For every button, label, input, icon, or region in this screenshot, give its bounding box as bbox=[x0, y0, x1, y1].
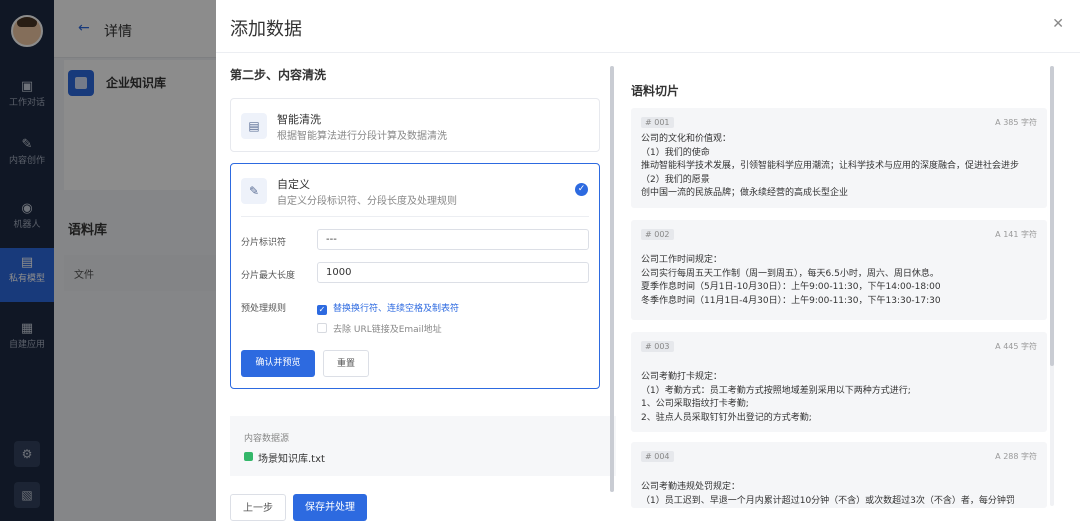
slice-card: # 001 A 385 字符 公司的文化和价值观： （1）我们的使命 推动智能科… bbox=[631, 108, 1047, 208]
slice-card: # 002 A 141 字符 公司工作时间规定： 公司实行每周五天工作制（周一到… bbox=[631, 220, 1047, 320]
checkbox-unchecked-icon[interactable] bbox=[317, 323, 327, 333]
slice-char-count: A 385 字符 bbox=[995, 118, 1037, 127]
document-icon: ▤ bbox=[241, 113, 267, 139]
source-label: 内容数据源 bbox=[244, 434, 290, 444]
save-process-button[interactable]: 保存并处理 bbox=[293, 494, 367, 521]
rule-label: 替换换行符、连续空格及制表符 bbox=[333, 304, 460, 314]
divider bbox=[241, 216, 589, 217]
option-description: 根据智能算法进行分段计算及数据清洗 bbox=[277, 131, 447, 142]
add-data-drawer: 添加数据 ✕ 第二步、内容清洗 ▤ 智能清洗 根据智能算法进行分段计算及数据清洗… bbox=[216, 0, 1080, 521]
max-length-label: 分片最大长度 bbox=[241, 271, 296, 281]
confirm-preview-button[interactable]: 确认并预览 bbox=[241, 350, 315, 377]
slice-card: # 004 A 288 字符 公司考勤违规处罚规定： （1）员工迟到、早退一个月… bbox=[631, 442, 1047, 508]
option-custom[interactable]: ✎ 自定义 自定义分段标识符、分段长度及处理规则 ✓ 分片标识符 分片最大长度 … bbox=[230, 163, 600, 389]
slices-title: 语料切片 bbox=[631, 84, 680, 98]
check-icon: ✓ bbox=[575, 183, 588, 196]
rule-remove-urls[interactable]: 去除 URL链接及Email地址 bbox=[317, 322, 442, 335]
right-scrollbar-thumb[interactable] bbox=[1050, 66, 1054, 366]
option-name: 智能清洗 bbox=[277, 113, 321, 126]
option-description: 自定义分段标识符、分段长度及处理规则 bbox=[277, 196, 457, 207]
slice-text: 公司工作时间规定： 公司实行每周五天工作制（周一到周五），每天6.5小时，周六、… bbox=[641, 255, 941, 306]
step-title: 第二步、内容清洗 bbox=[230, 68, 327, 82]
previous-step-button[interactable]: 上一步 bbox=[230, 494, 286, 521]
drawer-title: 添加数据 bbox=[230, 19, 302, 40]
slice-id: # 004 bbox=[641, 451, 674, 462]
separator-label: 分片标识符 bbox=[241, 238, 287, 248]
max-length-input[interactable] bbox=[317, 262, 589, 283]
reset-button[interactable]: 重置 bbox=[323, 350, 369, 377]
option-smart-cleaning[interactable]: ▤ 智能清洗 根据智能算法进行分段计算及数据清洗 bbox=[230, 98, 600, 152]
slice-char-count: A 288 字符 bbox=[995, 452, 1037, 461]
slice-id: # 001 bbox=[641, 117, 674, 128]
file-icon bbox=[244, 452, 253, 461]
checkbox-checked-icon[interactable]: ✓ bbox=[317, 305, 327, 315]
rule-label: 去除 URL链接及Email地址 bbox=[333, 325, 442, 335]
option-name: 自定义 bbox=[277, 178, 310, 191]
rule-replace-whitespace[interactable]: ✓ 替换换行符、连续空格及制表符 bbox=[317, 301, 459, 315]
slice-id: # 002 bbox=[641, 229, 674, 240]
slice-card: # 003 A 445 字符 公司考勤打卡规定： （1）考勤方式：员工考勤方式按… bbox=[631, 332, 1047, 432]
slice-text: 公司考勤违规处罚规定： （1）员工迟到、早退一个月内累计超过10分钟（不含）或次… bbox=[641, 482, 1015, 506]
slice-text: 公司的文化和价值观： （1）我们的使命 推动智能科学技术发展，引领智能科学应用潮… bbox=[641, 134, 1020, 198]
slice-text: 公司考勤打卡规定： （1）考勤方式：员工考勤方式按照地域差别采用以下两种方式进行… bbox=[641, 372, 911, 423]
corpus-slices-pane: 语料切片 # 001 A 385 字符 公司的文化和价值观： （1）我们的使命 … bbox=[631, 52, 1076, 521]
close-icon[interactable]: ✕ bbox=[1052, 16, 1064, 32]
separator-input[interactable] bbox=[317, 229, 589, 250]
edit-icon: ✎ bbox=[241, 178, 267, 204]
cleaning-settings-pane: 第二步、内容清洗 ▤ 智能清洗 根据智能算法进行分段计算及数据清洗 ✎ 自定义 … bbox=[230, 52, 616, 521]
slice-id: # 003 bbox=[641, 341, 674, 352]
slice-char-count: A 141 字符 bbox=[995, 230, 1037, 239]
content-source: 内容数据源 场景知识库.txt bbox=[230, 416, 616, 476]
left-scrollbar-thumb[interactable] bbox=[610, 66, 614, 492]
source-file-name: 场景知识库.txt bbox=[258, 454, 325, 465]
slice-char-count: A 445 字符 bbox=[995, 342, 1037, 351]
rules-label: 预处理规则 bbox=[241, 304, 287, 314]
